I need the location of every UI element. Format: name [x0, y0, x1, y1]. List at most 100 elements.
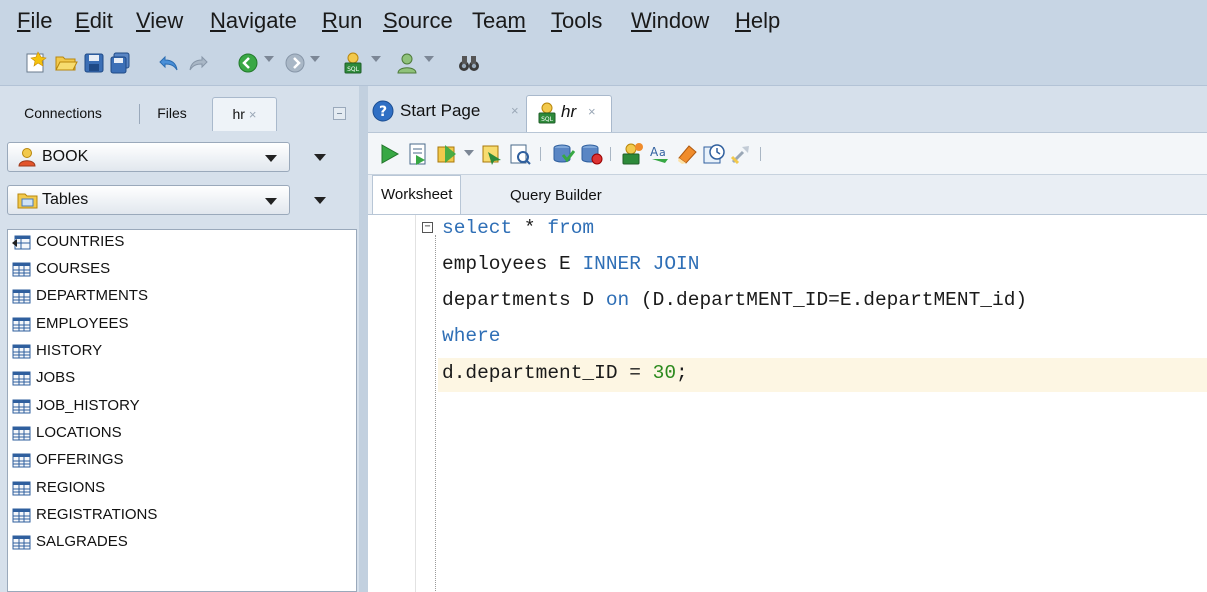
collapse-icon[interactable]: −	[422, 222, 433, 233]
run-script-icon[interactable]	[406, 142, 430, 166]
menu-help[interactable]: Help	[735, 8, 780, 34]
table-icon	[12, 289, 31, 304]
chevron-down-icon	[265, 155, 277, 162]
forward-icon[interactable]	[283, 51, 307, 75]
connection-select[interactable]: BOOK	[7, 142, 290, 172]
unshared-worksheet-icon[interactable]	[620, 142, 644, 166]
svg-text:SQL: SQL	[541, 116, 554, 123]
menu-file[interactable]: File	[17, 8, 52, 34]
menu-source-mnemonic: S	[383, 8, 398, 33]
close-icon[interactable]: ×	[249, 107, 257, 122]
editor-tabs: ? Start Page × SQL hr ×	[368, 86, 1207, 132]
code-line-2: employees E INNER JOIN	[442, 253, 699, 275]
list-item-label: JOB_HISTORY	[36, 397, 140, 414]
object-type-menu-button[interactable]	[297, 185, 343, 215]
menu-team[interactable]: Team	[472, 8, 526, 34]
tab-files[interactable]: Files	[147, 97, 197, 131]
sql-tuning-icon[interactable]	[508, 142, 532, 166]
list-item-label: LOCATIONS	[36, 424, 122, 441]
tab-connections-label: Connections	[24, 105, 102, 121]
keyword: from	[547, 217, 595, 239]
table-icon	[12, 317, 31, 332]
sql-history-icon[interactable]	[702, 142, 726, 166]
redo-icon[interactable]	[186, 51, 210, 75]
sql-worksheet-icon: SQL	[538, 102, 556, 124]
new-icon[interactable]	[24, 51, 48, 75]
save-icon[interactable]	[82, 51, 106, 75]
code-text: d.department_ID =	[442, 362, 653, 384]
explain-tool-icon[interactable]	[729, 142, 753, 166]
forward-dropdown-icon[interactable]	[310, 56, 320, 62]
text-case-icon[interactable]: Aa	[648, 142, 672, 166]
menu-view[interactable]: View	[136, 8, 183, 34]
code-line-3: departments D on (D.departMENT_ID=E.depa…	[442, 289, 1027, 311]
table-link-icon	[12, 235, 31, 250]
tab-hr[interactable]: hr ×	[212, 97, 277, 131]
explain-plan-icon[interactable]	[480, 142, 504, 166]
connection-menu-button[interactable]	[297, 142, 343, 172]
tab-hr-worksheet-label: hr	[561, 102, 577, 121]
table-icon	[12, 371, 31, 386]
panel-splitter[interactable]	[359, 86, 368, 592]
sql-worksheet-dropdown-icon[interactable]	[371, 56, 381, 62]
back-icon[interactable]	[236, 51, 260, 75]
save-all-icon[interactable]	[108, 51, 132, 75]
code-text: ;	[676, 362, 688, 384]
sql-worksheet-icon[interactable]: SQL	[341, 51, 365, 75]
menu-file-mnemonic: F	[17, 8, 31, 33]
code-text: departments D	[442, 289, 606, 311]
code-line-5: d.department_ID = 30;	[442, 362, 688, 384]
back-dropdown-icon[interactable]	[264, 56, 274, 62]
sql-code-editor[interactable]: − select * from employees E INNER JOIN d…	[368, 214, 1207, 592]
menu-help-mnemonic: H	[735, 8, 751, 33]
tab-connections[interactable]: Connections	[8, 97, 118, 131]
run-statement-icon[interactable]	[377, 142, 401, 166]
menu-file-label: ile	[30, 8, 53, 33]
table-icon	[12, 399, 31, 414]
close-icon[interactable]: ×	[511, 103, 519, 118]
menu-view-label: iew	[150, 8, 184, 33]
close-icon[interactable]: ×	[588, 104, 596, 119]
list-item-label: OFFERINGS	[36, 451, 124, 468]
menu-team-mnemonic: m	[507, 8, 526, 33]
minimize-panel-icon[interactable]	[333, 107, 346, 120]
table-icon	[12, 453, 31, 468]
menu-source[interactable]: Source	[383, 8, 453, 34]
open-folder-icon[interactable]	[54, 51, 78, 75]
menu-window[interactable]: Window	[631, 8, 709, 34]
undo-icon[interactable]	[157, 51, 181, 75]
object-type-select[interactable]: Tables	[7, 185, 290, 215]
chevron-down-icon	[314, 197, 326, 204]
list-item-label: COUNTRIES	[36, 233, 125, 250]
tab-hr-worksheet[interactable]: SQL hr ×	[526, 95, 612, 132]
menu-window-label: indow	[651, 8, 710, 33]
commit-icon[interactable]	[551, 142, 575, 166]
list-item-label: HISTORY	[36, 342, 103, 359]
autotrace-dropdown-icon[interactable]	[464, 150, 474, 156]
menu-navigate[interactable]: Navigate	[210, 8, 297, 34]
user-dropdown-icon[interactable]	[424, 56, 434, 62]
tab-query-builder[interactable]: Query Builder	[510, 187, 602, 204]
tab-worksheet-label: Worksheet	[381, 186, 453, 203]
table-icon	[12, 508, 31, 523]
toolbar-separator	[760, 147, 761, 161]
table-icon	[12, 481, 31, 496]
menu-run[interactable]: Run	[322, 8, 362, 34]
toolbar-separator	[610, 147, 611, 161]
keyword: select	[442, 217, 513, 239]
tab-start-page[interactable]: ? Start Page ×	[372, 95, 522, 132]
menu-tools[interactable]: Tools	[551, 8, 602, 34]
tab-worksheet[interactable]: Worksheet	[372, 175, 462, 215]
editor-area: ? Start Page × SQL hr × Aa Worksheet Que…	[368, 86, 1207, 592]
number-literal: 30	[652, 362, 677, 384]
binoculars-icon[interactable]	[457, 51, 481, 75]
menu-tools-label: ools	[562, 8, 603, 33]
menu-edit[interactable]: Edit	[75, 8, 113, 34]
clear-icon[interactable]	[675, 142, 699, 166]
rollback-icon[interactable]	[579, 142, 603, 166]
list-item-label: JOBS	[36, 369, 76, 386]
help-icon: ?	[372, 100, 394, 122]
user-icon[interactable]	[395, 51, 419, 75]
autotrace-icon[interactable]	[435, 142, 459, 166]
menu-tools-mnemonic: T	[551, 8, 562, 33]
